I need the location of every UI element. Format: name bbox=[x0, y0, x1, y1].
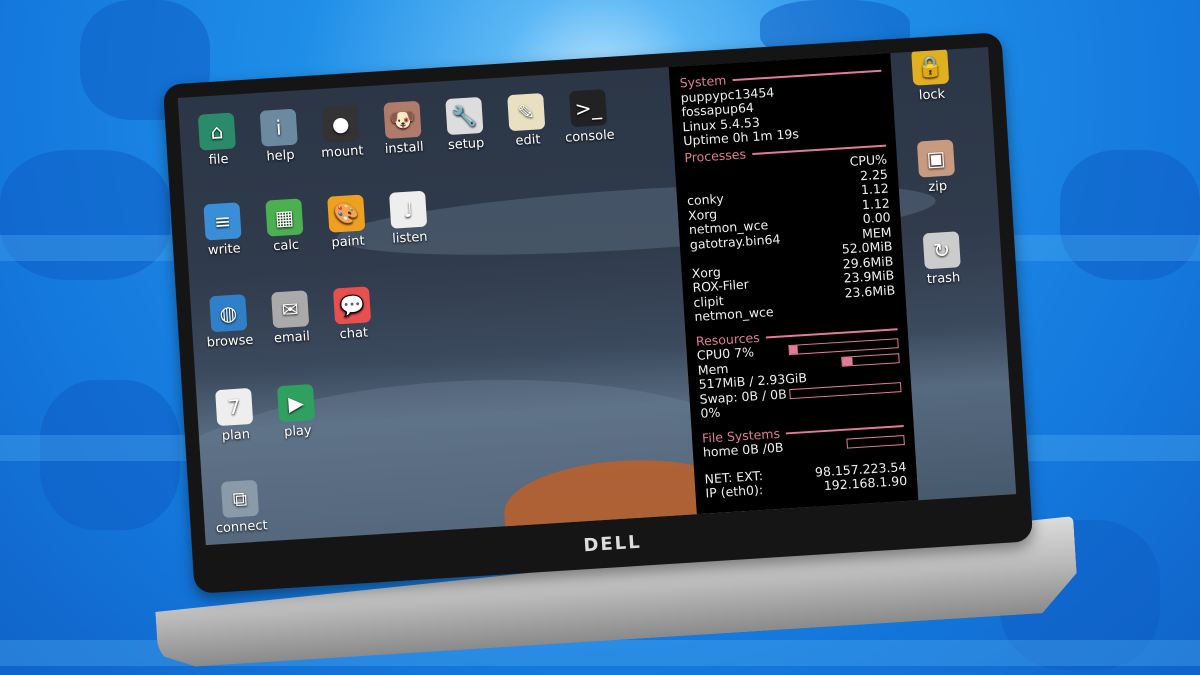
ip-label: IP (eth0): bbox=[705, 481, 764, 501]
icon-label: mount bbox=[320, 143, 364, 162]
info-icon: i bbox=[259, 108, 298, 147]
desktop-icon-chat[interactable]: 💬 chat bbox=[320, 286, 385, 344]
desktop-icon-help[interactable]: i help bbox=[247, 108, 312, 166]
icon-label: write bbox=[207, 241, 242, 259]
icon-label: paint bbox=[331, 233, 366, 251]
desktop-icon-install[interactable]: 🐶 install bbox=[370, 100, 435, 158]
icon-label: trash bbox=[926, 270, 961, 288]
icon-label: setup bbox=[447, 135, 485, 154]
icon-label: email bbox=[273, 329, 311, 347]
desktop-icon-file[interactable]: ⌂ file bbox=[185, 112, 250, 170]
envelope-icon: ✉ bbox=[271, 290, 310, 329]
disk-icon: ● bbox=[321, 104, 360, 143]
puppy-icon: 🐶 bbox=[383, 100, 422, 139]
home-fs: home 0B /0B bbox=[702, 439, 784, 460]
desktop-icon-zip[interactable]: ▣ zip bbox=[904, 139, 969, 197]
process-value bbox=[896, 297, 897, 311]
play-icon: ▶ bbox=[276, 384, 316, 423]
desktop-icon-connect[interactable]: ⧉ connect bbox=[208, 479, 273, 537]
palette-icon: 🎨 bbox=[327, 194, 366, 233]
icon-label: lock bbox=[918, 86, 946, 104]
home-icon: ⌂ bbox=[197, 112, 236, 151]
icon-label: file bbox=[208, 151, 230, 169]
desktop-icon-plan[interactable]: 7 plan bbox=[202, 387, 267, 445]
chat-bubbles-icon: 💬 bbox=[332, 286, 372, 325]
icon-label: browse bbox=[206, 332, 254, 351]
spreadsheet-icon: ▦ bbox=[265, 198, 304, 237]
desktop-icon-browse[interactable]: ◍ browse bbox=[196, 293, 261, 351]
process-name bbox=[690, 252, 691, 266]
desktop-icon-email[interactable]: ✉ email bbox=[258, 289, 323, 347]
laptop: System puppypc13454 fossapup64 Linux 5.4… bbox=[162, 32, 1034, 594]
desktop-icon-console[interactable]: >_ console bbox=[556, 88, 621, 146]
icon-label: listen bbox=[391, 229, 429, 247]
desktop-screen: System puppypc13454 fossapup64 Linux 5.4… bbox=[177, 46, 1017, 546]
icon-label: play bbox=[283, 423, 313, 440]
icon-label: edit bbox=[515, 132, 541, 149]
trash-icon: ↻ bbox=[922, 231, 961, 270]
icon-label: chat bbox=[339, 325, 369, 343]
icon-label: zip bbox=[927, 178, 948, 195]
desktop-icon-calc[interactable]: ▦ calc bbox=[252, 198, 317, 256]
document-icon: ≡ bbox=[203, 202, 242, 241]
desktop-icon-paint[interactable]: 🎨 paint bbox=[314, 194, 379, 252]
mem-bar bbox=[841, 352, 900, 367]
calendar-icon: 7 bbox=[215, 387, 254, 427]
desktop-icon-setup[interactable]: 🔧 setup bbox=[432, 96, 497, 154]
music-note-icon: ♩ bbox=[389, 190, 428, 229]
desktop-icon-lock[interactable]: 🔒 lock bbox=[898, 47, 963, 105]
desktop-icon-mount[interactable]: ● mount bbox=[309, 104, 374, 162]
local-ip: 192.168.1.90 bbox=[823, 472, 908, 494]
desktop-icon-trash[interactable]: ↻ trash bbox=[910, 230, 975, 288]
icon-label: plan bbox=[221, 427, 251, 444]
archive-icon: ▣ bbox=[916, 139, 956, 178]
desktop-icon-listen[interactable]: ♩ listen bbox=[376, 190, 441, 248]
terminal-icon: >_ bbox=[569, 89, 608, 128]
desktop-icon-play[interactable]: ▶ play bbox=[264, 383, 329, 441]
process-name: netmon_wce bbox=[693, 303, 775, 324]
icon-label: calc bbox=[272, 237, 300, 255]
icon-label: console bbox=[564, 127, 616, 146]
network-icon: ⧉ bbox=[220, 479, 260, 518]
process-name bbox=[686, 180, 687, 194]
desktop-icon-write[interactable]: ≡ write bbox=[190, 201, 255, 259]
pencil-icon: ✎ bbox=[507, 93, 546, 132]
globe-icon: ◍ bbox=[209, 294, 248, 333]
fs-bar bbox=[846, 435, 905, 449]
icon-label: install bbox=[384, 139, 425, 158]
icon-label: help bbox=[266, 147, 296, 165]
desktop-icon-edit[interactable]: ✎ edit bbox=[494, 92, 559, 150]
conky-system-monitor: System puppypc13454 fossapup64 Linux 5.4… bbox=[668, 53, 919, 515]
wrench-icon: 🔧 bbox=[445, 96, 484, 136]
padlock-icon: 🔒 bbox=[911, 47, 950, 86]
